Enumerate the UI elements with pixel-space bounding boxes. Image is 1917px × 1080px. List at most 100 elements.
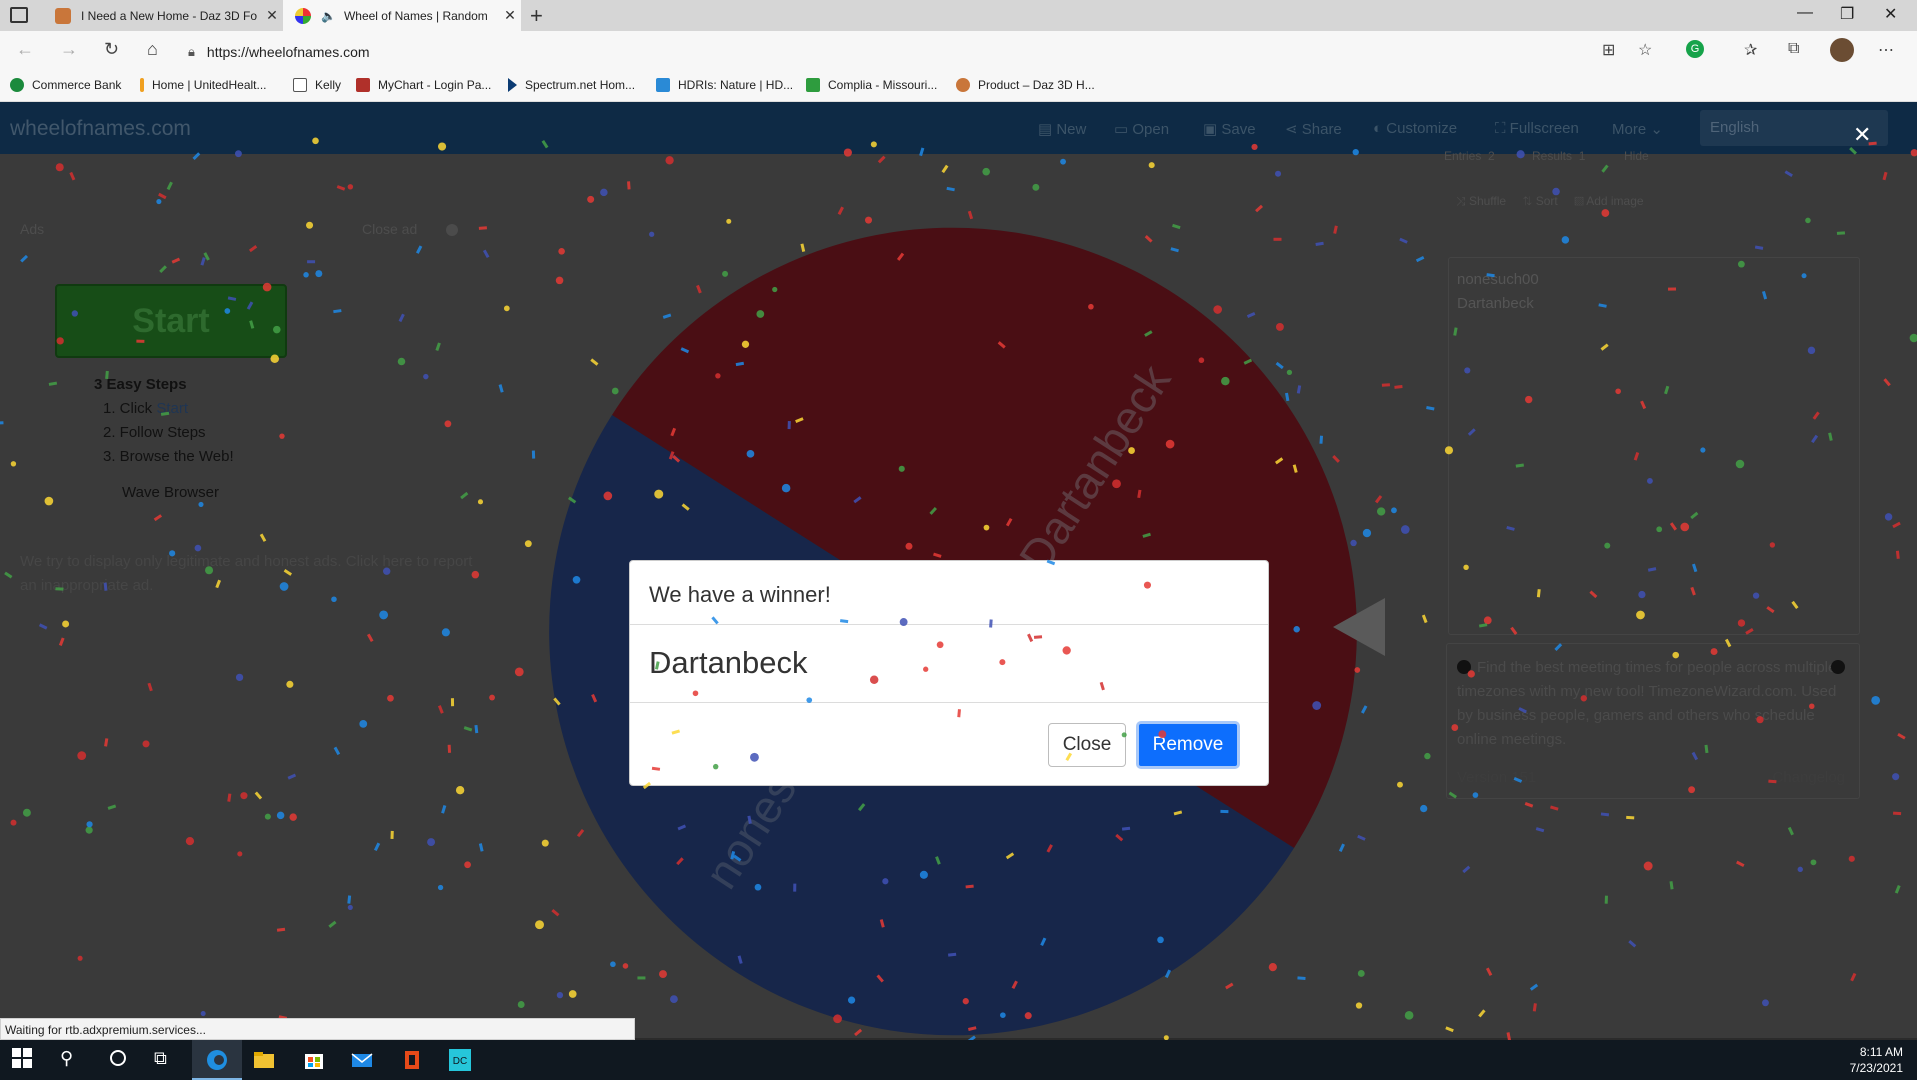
remove-button[interactable]: Remove: [1136, 721, 1240, 769]
refresh-icon[interactable]: ↻: [104, 39, 119, 60]
chevron-down-icon: ⌄: [1646, 121, 1663, 138]
nav-share[interactable]: ⋖ Share: [1285, 120, 1342, 138]
edge-icon[interactable]: [205, 1048, 229, 1072]
browser-status-bar: Waiting for rtb.adxpremium.services...: [0, 1018, 635, 1040]
step-text: 2. Follow Steps: [103, 424, 206, 441]
store-icon[interactable]: [302, 1048, 326, 1072]
step-text: 1. Click: [103, 400, 157, 417]
close-window-icon[interactable]: ✕: [1884, 4, 1897, 24]
shuffle-button[interactable]: ⤨ Shuffle: [1456, 194, 1506, 208]
bookmark-spectrum[interactable]: Spectrum.net Hom...: [508, 78, 635, 92]
forward-icon[interactable]: →: [60, 39, 78, 60]
collapse-chevron-icon[interactable]: [1831, 660, 1845, 674]
mail-icon[interactable]: [350, 1048, 374, 1072]
profile-avatar[interactable]: [1830, 38, 1854, 62]
bookmark-daz-product[interactable]: Product – Daz 3D H...: [956, 78, 1095, 92]
version-label: Version 151: [1457, 769, 1537, 786]
browser-tab-wheel[interactable]: 🔈 Wheel of Names | Random ✕: [283, 0, 521, 31]
bookmark-commerce-bank[interactable]: Commerce Bank: [10, 78, 121, 92]
add-favorite-icon[interactable]: ☆: [1638, 40, 1652, 60]
tab-entries[interactable]: Entries 2: [1444, 149, 1495, 163]
windows-start-icon[interactable]: [12, 1048, 36, 1072]
ad-report-note[interactable]: We try to display only legitimate and ho…: [20, 550, 480, 598]
palette-icon: ◐: [1373, 120, 1387, 137]
home-icon[interactable]: ⌂: [147, 39, 158, 60]
dialog-body: Dartanbeck: [630, 625, 1268, 703]
close-tab-icon[interactable]: ✕: [499, 7, 521, 24]
url-field[interactable]: 🔒︎ https://wheelofnames.com: [188, 41, 1608, 63]
browser-tab-daz[interactable]: I Need a New Home - Daz 3D Fo ✕: [43, 0, 283, 31]
spectrum-icon: [508, 78, 517, 92]
daz-studio-icon[interactable]: DC: [448, 1048, 472, 1072]
nav-customize[interactable]: ◐ Customize: [1373, 120, 1457, 137]
bookmark-label: MyChart - Login Pa...: [378, 78, 492, 92]
close-confetti-icon[interactable]: ✕: [1853, 124, 1871, 146]
close-button[interactable]: Close: [1048, 723, 1126, 767]
changelog-link[interactable]: Changelog: [1772, 766, 1845, 790]
entries-toolbar: ⤨ Shuffle ⇅ Sort ▨ Add image: [1456, 194, 1644, 209]
tab-results[interactable]: Results 1: [1532, 149, 1585, 163]
maximize-icon[interactable]: ❐: [1840, 4, 1854, 24]
nav-label: Open: [1132, 121, 1170, 138]
site-brand[interactable]: wheelofnames.com: [10, 117, 191, 141]
bookmark-label: Complia - Missouri...: [828, 78, 938, 92]
tab-title: I Need a New Home - Daz 3D Fo: [81, 8, 258, 23]
nav-new[interactable]: ▤ New: [1038, 120, 1086, 138]
ad-step-2: 2. Follow Steps: [103, 424, 206, 441]
bookmark-complia[interactable]: Complia - Missouri...: [806, 78, 937, 92]
bookmark-kelly[interactable]: Kelly: [293, 78, 341, 92]
windows-taskbar: ⚲ ⧉ DC 8:11 AM 7/23/2021: [0, 1040, 1917, 1080]
nav-open[interactable]: ▭ Open: [1114, 120, 1169, 138]
back-icon[interactable]: ←: [16, 39, 34, 60]
task-view-icon[interactable]: ⧉: [154, 1048, 178, 1072]
close-ad-icon[interactable]: [446, 224, 458, 236]
bookmark-hdris[interactable]: HDRIs: Nature | HD...: [656, 78, 793, 92]
dialog-title: We have a winner!: [649, 582, 831, 607]
bookmarks-bar: Commerce Bank Home | UnitedHealt... Kell…: [0, 71, 1917, 102]
add-image-button[interactable]: ▨ Add image: [1574, 194, 1643, 208]
winner-dialog: We have a winner! Dartanbeck Close Remov…: [629, 560, 1269, 786]
step-text: 3. Browse the Web!: [103, 448, 234, 465]
app-available-icon[interactable]: ⊞: [1602, 40, 1615, 60]
nav-more[interactable]: More ⌄: [1612, 120, 1663, 138]
favorites-icon[interactable]: ✰: [1744, 40, 1757, 60]
system-clock[interactable]: 8:11 AM 7/23/2021: [1850, 1044, 1903, 1076]
ad-step-1: 1. Click Start: [103, 400, 188, 417]
file-explorer-icon[interactable]: [252, 1048, 276, 1072]
tab-hide[interactable]: Hide: [1624, 149, 1649, 163]
office-icon[interactable]: [400, 1048, 424, 1072]
minimize-icon[interactable]: —: [1797, 4, 1813, 22]
more-menu-icon[interactable]: ⋯: [1878, 40, 1894, 60]
unitedhealth-icon: [140, 78, 144, 92]
collections-icon[interactable]: ⧉: [1788, 40, 1799, 58]
folder-icon: ▭: [1114, 121, 1133, 138]
info-icon: [1457, 660, 1471, 674]
grammarly-icon[interactable]: G: [1686, 40, 1704, 58]
tab-actions-button[interactable]: [10, 7, 28, 23]
dialog-header: We have a winner!: [630, 561, 1268, 625]
daz-icon: [956, 78, 970, 92]
close-tab-icon[interactable]: ✕: [261, 7, 283, 24]
wheel-pointer: [1333, 598, 1385, 656]
nav-label: Share: [1301, 121, 1342, 138]
new-tab-button[interactable]: +: [530, 3, 543, 29]
bookmark-label: Commerce Bank: [32, 78, 122, 92]
ad-start-button[interactable]: Start: [55, 284, 287, 358]
browser-tab-bar: I Need a New Home - Daz 3D Fo ✕ 🔈 Wheel …: [0, 0, 1917, 31]
cortana-icon[interactable]: [108, 1048, 132, 1072]
tab-label: Entries: [1444, 149, 1482, 163]
bookmark-mychart[interactable]: MyChart - Login Pa...: [356, 78, 491, 92]
ad-steps-title: 3 Easy Steps: [94, 376, 187, 393]
search-icon[interactable]: ⚲: [60, 1048, 84, 1072]
speaker-icon[interactable]: 🔈: [321, 9, 336, 23]
nav-save[interactable]: ▣ Save: [1203, 120, 1256, 138]
tool-label: Sort: [1535, 194, 1558, 208]
close-ad-link[interactable]: Close ad: [362, 221, 417, 237]
sort-button[interactable]: ⇅ Sort: [1523, 194, 1558, 208]
entries-textarea[interactable]: nonesuch00 Dartanbeck: [1448, 257, 1860, 635]
bookmark-label: Home | UnitedHealt...: [152, 78, 267, 92]
ads-label: Ads: [20, 221, 45, 237]
step-link[interactable]: Start: [156, 400, 188, 417]
nav-fullscreen[interactable]: ⛶ Fullscreen: [1495, 120, 1579, 137]
bookmark-unitedhealth[interactable]: Home | UnitedHealt...: [140, 78, 267, 92]
